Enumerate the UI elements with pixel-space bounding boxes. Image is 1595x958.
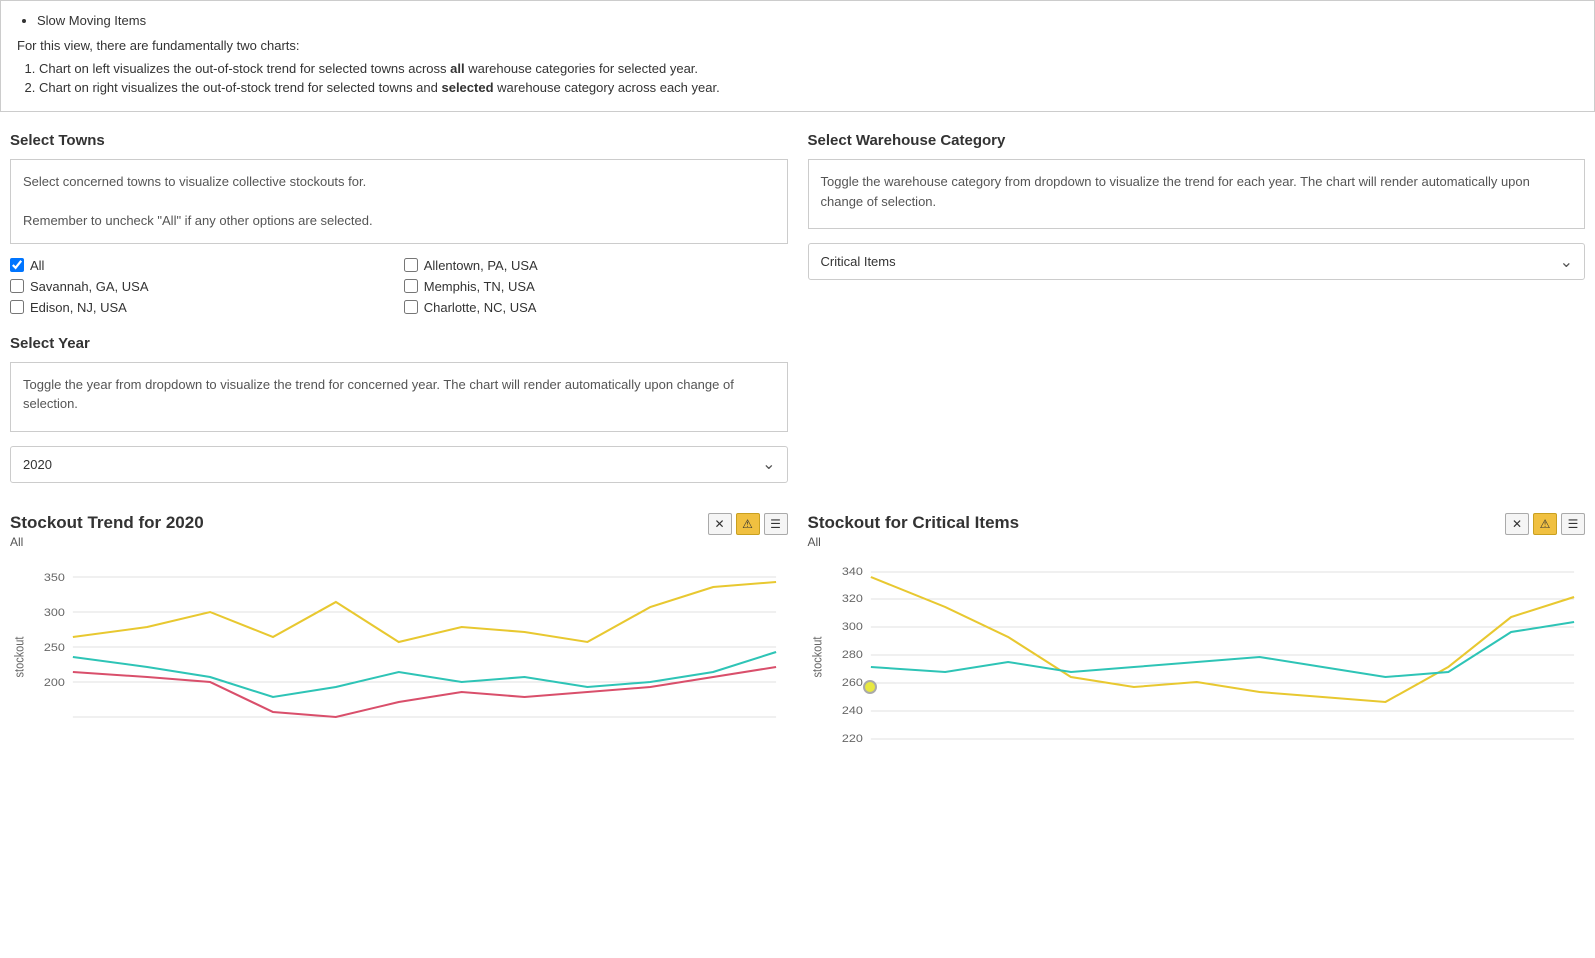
right-chart-title: Stockout for Critical Items — [808, 513, 1020, 533]
svg-text:350: 350 — [44, 570, 65, 583]
checkbox-item-all[interactable]: All — [10, 258, 394, 273]
select-towns-title: Select Towns — [10, 132, 788, 149]
towns-desc-line2: Remember to uncheck "All" if any other o… — [23, 211, 775, 231]
svg-text:stockout: stockout — [810, 635, 825, 677]
checkbox-charlotte-label[interactable]: Charlotte, NC, USA — [424, 300, 537, 315]
select-warehouse-section: Select Warehouse Category Toggle the war… — [808, 132, 1586, 483]
checkbox-edison[interactable] — [10, 300, 24, 314]
checkbox-item-memphis[interactable]: Memphis, TN, USA — [404, 279, 788, 294]
right-chart-header: Stockout for Critical Items All ✕ ⚠ ☰ — [808, 513, 1586, 549]
svg-text:200: 200 — [44, 675, 65, 688]
right-chart-menu-icon[interactable]: ☰ — [1561, 513, 1585, 535]
right-chart-icons: ✕ ⚠ ☰ — [1505, 513, 1585, 535]
select-warehouse-info: Toggle the warehouse category from dropd… — [808, 159, 1586, 229]
left-chart-container: Stockout Trend for 2020 All ✕ ⚠ ☰ 350 30… — [10, 513, 788, 757]
left-chart-warning-icon[interactable]: ⚠ — [736, 513, 760, 535]
right-chart-warning-icon[interactable]: ⚠ — [1533, 513, 1557, 535]
checkbox-savannah-label[interactable]: Savannah, GA, USA — [30, 279, 149, 294]
checkbox-memphis-label[interactable]: Memphis, TN, USA — [424, 279, 535, 294]
towns-desc-line1: Select concerned towns to visualize coll… — [23, 172, 775, 192]
warehouse-desc: Toggle the warehouse category from dropd… — [821, 172, 1573, 211]
checkbox-all[interactable] — [10, 258, 24, 272]
svg-text:250: 250 — [44, 640, 65, 653]
left-chart-title: Stockout Trend for 2020 — [10, 513, 204, 533]
svg-text:240: 240 — [841, 703, 862, 716]
svg-text:300: 300 — [44, 605, 65, 618]
right-chart-svg: 340 320 300 280 260 240 220 stockout — [808, 557, 1586, 757]
svg-text:stockout: stockout — [12, 635, 27, 677]
select-towns-info: Select concerned towns to visualize coll… — [10, 159, 788, 244]
select-warehouse-title: Select Warehouse Category — [808, 132, 1586, 149]
checkbox-item-allentown[interactable]: Allentown, PA, USA — [404, 258, 788, 273]
svg-text:340: 340 — [841, 564, 862, 577]
select-year-info: Toggle the year from dropdown to visuali… — [10, 362, 788, 432]
left-chart-icons: ✕ ⚠ ☰ — [708, 513, 788, 535]
svg-text:220: 220 — [841, 731, 862, 744]
info-chart1: Chart on left visualizes the out-of-stoc… — [39, 61, 1578, 76]
left-chart-menu-icon[interactable]: ☰ — [764, 513, 788, 535]
info-box: Slow Moving Items For this view, there a… — [0, 0, 1595, 112]
left-chart-x-icon[interactable]: ✕ — [708, 513, 732, 535]
svg-text:280: 280 — [841, 647, 862, 660]
right-chart-area: 340 320 300 280 260 240 220 stockout — [808, 557, 1586, 757]
checkbox-item-savannah[interactable]: Savannah, GA, USA — [10, 279, 394, 294]
svg-text:320: 320 — [841, 591, 862, 604]
checkbox-all-label[interactable]: All — [30, 258, 44, 273]
svg-text:260: 260 — [841, 675, 862, 688]
select-year-title: Select Year — [10, 335, 788, 352]
checkbox-allentown[interactable] — [404, 258, 418, 272]
svg-text:300: 300 — [841, 619, 862, 632]
right-chart-container: Stockout for Critical Items All ✕ ⚠ ☰ — [808, 513, 1586, 757]
checkbox-memphis[interactable] — [404, 279, 418, 293]
year-dropdown[interactable]: 2020 2019 2018 2017 — [10, 446, 788, 483]
select-towns-section: Select Towns Select concerned towns to v… — [10, 132, 788, 483]
left-chart-subtitle: All — [10, 535, 204, 549]
right-chart-subtitle: All — [808, 535, 1020, 549]
year-dropdown-wrapper: 2020 2019 2018 2017 ⌄ — [10, 446, 788, 483]
info-chart2: Chart on right visualizes the out-of-sto… — [39, 80, 1578, 95]
info-bullet: Slow Moving Items — [37, 13, 1578, 28]
checkbox-charlotte[interactable] — [404, 300, 418, 314]
checkbox-edison-label[interactable]: Edison, NJ, USA — [30, 300, 127, 315]
checkbox-allentown-label[interactable]: Allentown, PA, USA — [424, 258, 538, 273]
checkbox-savannah[interactable] — [10, 279, 24, 293]
checkbox-item-edison[interactable]: Edison, NJ, USA — [10, 300, 394, 315]
select-year-section: Select Year Toggle the year from dropdow… — [10, 335, 788, 483]
left-chart-header: Stockout Trend for 2020 All ✕ ⚠ ☰ — [10, 513, 788, 549]
towns-checkbox-group: All Allentown, PA, USA Savannah, GA, USA… — [10, 258, 788, 315]
left-chart-title-block: Stockout Trend for 2020 All — [10, 513, 204, 549]
left-chart-svg: 350 300 250 200 stockout — [10, 557, 788, 757]
right-chart-title-block: Stockout for Critical Items All — [808, 513, 1020, 549]
right-chart-x-icon[interactable]: ✕ — [1505, 513, 1529, 535]
warehouse-dropdown-wrapper: Critical Items Non-Critical Items Slow M… — [808, 243, 1586, 280]
year-desc: Toggle the year from dropdown to visuali… — [23, 375, 775, 414]
warehouse-dropdown[interactable]: Critical Items Non-Critical Items Slow M… — [808, 243, 1586, 280]
left-chart-area: 350 300 250 200 stockout — [10, 557, 788, 757]
info-intro: For this view, there are fundamentally t… — [17, 38, 1578, 53]
checkbox-item-charlotte[interactable]: Charlotte, NC, USA — [404, 300, 788, 315]
